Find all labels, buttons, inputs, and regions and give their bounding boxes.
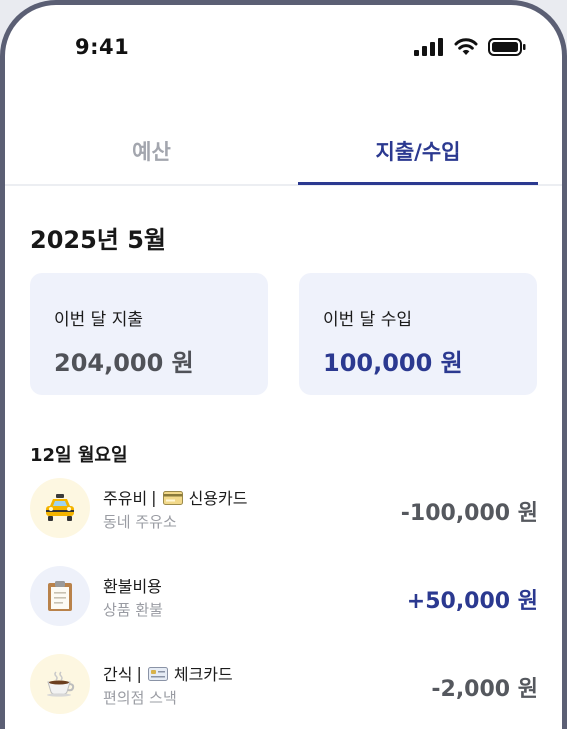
phone-frame: 9:41 예산 지출/수입 2025년 5월 이번 달 지출 204,000 원… <box>0 0 567 729</box>
monthly-expense-label: 이번 달 지출 <box>54 310 144 330</box>
coffee-cup-icon <box>30 654 90 714</box>
transaction-title: 주유비 | 신용카드 <box>103 485 247 509</box>
credit-card-icon <box>162 490 183 505</box>
month-title: 2025년 5월 <box>30 226 167 254</box>
transaction-amount: +50,000 원 <box>406 589 538 614</box>
payment-method: 신용카드 <box>188 489 248 508</box>
status-time: 9:41 <box>75 35 130 59</box>
battery-icon <box>488 38 526 60</box>
status-bar: 9:41 <box>5 5 562 85</box>
transaction-amount: -2,000 원 <box>431 677 538 702</box>
transaction-title: 간식 | 체크카드 <box>103 661 233 685</box>
wifi-icon <box>454 38 478 60</box>
check-card-icon <box>147 666 168 681</box>
monthly-income-label: 이번 달 수입 <box>323 310 413 330</box>
signal-icon <box>414 38 444 60</box>
taxi-icon <box>30 478 90 538</box>
transaction-memo: 상품 환불 <box>103 601 163 619</box>
title-separator: | <box>136 663 142 683</box>
monthly-income-value: 100,000 원 <box>323 349 463 377</box>
active-tab-indicator <box>298 182 538 185</box>
transaction-memo: 편의점 스낵 <box>103 689 177 707</box>
transaction-item[interactable]: 환불비용 상품 환불 +50,000 원 <box>30 566 538 626</box>
transaction-category: 주유비 <box>103 489 148 508</box>
payment-method: 체크카드 <box>173 665 233 684</box>
monthly-expense-value: 204,000 원 <box>54 349 194 377</box>
transaction-item[interactable]: 주유비 | 신용카드 동네 주유소 -100,000 원 <box>30 478 538 538</box>
monthly-expense-card[interactable]: 이번 달 지출 204,000 원 <box>30 273 268 395</box>
transaction-category: 간식 <box>103 665 133 684</box>
monthly-income-card[interactable]: 이번 달 수입 100,000 원 <box>299 273 537 395</box>
tab-bar: 예산 지출/수입 <box>5 130 562 186</box>
day-header: 12일 월요일 <box>30 445 128 466</box>
tab-expense-income[interactable]: 지출/수입 <box>298 130 538 186</box>
status-icons <box>414 38 526 60</box>
transaction-title: 환불비용 <box>103 573 162 597</box>
transaction-category: 환불비용 <box>103 577 162 596</box>
transaction-memo: 동네 주유소 <box>103 513 177 531</box>
transaction-amount: -100,000 원 <box>400 501 538 526</box>
transaction-item[interactable]: 간식 | 체크카드 편의점 스낵 -2,000 원 <box>30 654 538 714</box>
tab-budget[interactable]: 예산 <box>5 130 298 186</box>
title-separator: | <box>151 487 157 507</box>
clipboard-icon <box>30 566 90 626</box>
